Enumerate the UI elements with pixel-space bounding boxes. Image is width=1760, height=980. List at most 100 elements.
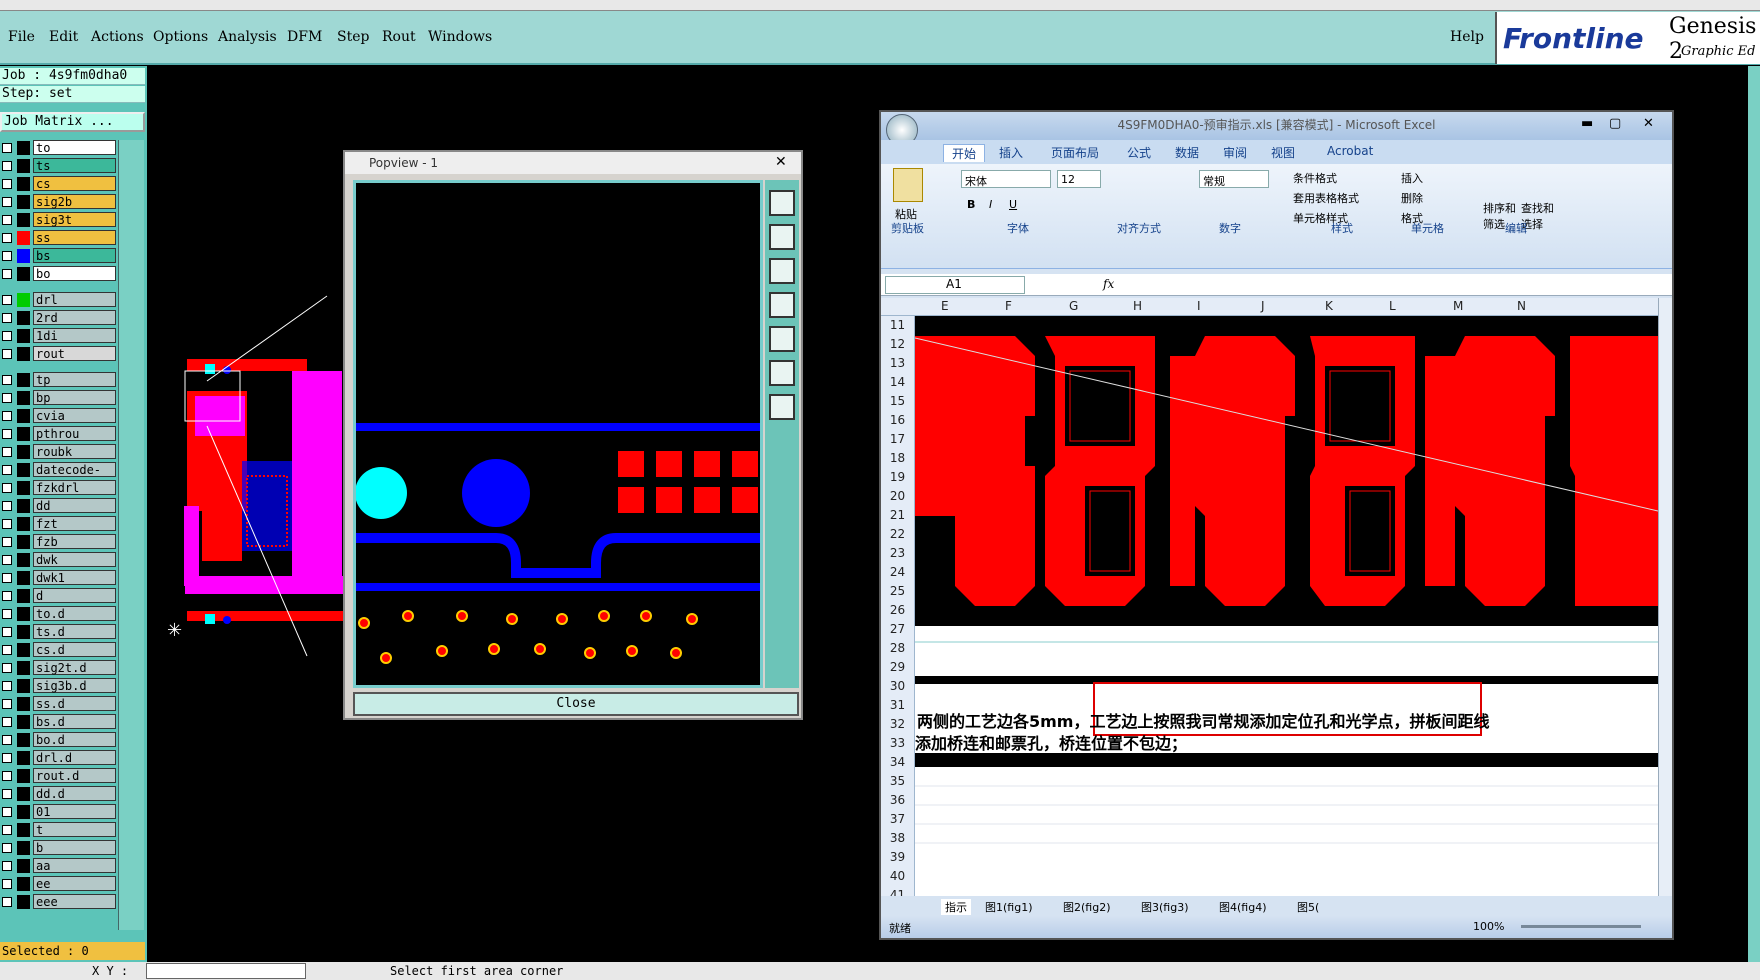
layer-name[interactable]: to.d xyxy=(33,606,116,621)
format-as-table[interactable]: 套用表格格式 xyxy=(1293,190,1359,206)
layer-row[interactable]: bo xyxy=(0,266,117,282)
tab-formulas[interactable]: 公式 xyxy=(1127,144,1151,161)
layer-color-swatch[interactable] xyxy=(17,769,30,783)
layer-row[interactable]: tp xyxy=(0,372,117,388)
number-format-select[interactable]: 常规 xyxy=(1199,170,1269,188)
vertical-scrollbar[interactable] xyxy=(1658,298,1672,896)
layer-checkbox[interactable] xyxy=(2,269,12,279)
sheet-tab[interactable]: 图2(fig2) xyxy=(1063,899,1111,915)
layer-checkbox[interactable] xyxy=(2,735,12,745)
layer-color-swatch[interactable] xyxy=(17,391,30,405)
italic-button[interactable]: I xyxy=(989,198,992,211)
layer-name[interactable]: drl.d xyxy=(33,750,116,765)
menu-options[interactable]: Options xyxy=(153,29,208,45)
layer-color-swatch[interactable] xyxy=(17,859,30,873)
layer-row[interactable]: pthrou xyxy=(0,426,117,442)
menu-dfm[interactable]: DFM xyxy=(287,29,322,45)
layer-color-swatch[interactable] xyxy=(17,661,30,675)
zoom-fit-icon[interactable] xyxy=(769,360,795,386)
close-icon[interactable]: ✕ xyxy=(1643,116,1654,131)
pan-icon[interactable] xyxy=(769,190,795,216)
layer-checkbox[interactable] xyxy=(2,609,12,619)
layer-checkbox[interactable] xyxy=(2,681,12,691)
minimize-icon[interactable]: ▬ xyxy=(1581,116,1593,131)
fx-icon[interactable]: fx xyxy=(1103,277,1114,291)
tab-insert[interactable]: 插入 xyxy=(999,144,1023,161)
zoom-slider[interactable] xyxy=(1521,925,1641,928)
layer-row[interactable]: dwk1 xyxy=(0,570,117,586)
layer-name[interactable]: dwk xyxy=(33,552,116,567)
layer-name[interactable]: b xyxy=(33,840,116,855)
layer-name[interactable]: cvia xyxy=(33,408,116,423)
layer-color-swatch[interactable] xyxy=(17,177,30,191)
layer-row[interactable]: sig3b.d xyxy=(0,678,117,694)
layer-name[interactable]: d xyxy=(33,588,116,603)
layer-name[interactable]: cs.d xyxy=(33,642,116,657)
layer-row[interactable]: drl.d xyxy=(0,750,117,766)
row-header[interactable]: 29 xyxy=(881,658,914,677)
right-icon[interactable] xyxy=(769,326,795,352)
layer-checkbox[interactable] xyxy=(2,483,12,493)
layer-name[interactable]: eee xyxy=(33,894,116,909)
layer-checkbox[interactable] xyxy=(2,429,12,439)
layer-row[interactable]: cvia xyxy=(0,408,117,424)
layer-checkbox[interactable] xyxy=(2,897,12,907)
up-icon[interactable] xyxy=(769,224,795,250)
layer-row[interactable]: ss xyxy=(0,230,117,246)
delete-cells[interactable]: 删除 xyxy=(1401,190,1423,206)
layer-checkbox[interactable] xyxy=(2,179,12,189)
zoom-in-icon[interactable] xyxy=(769,394,795,420)
layer-color-swatch[interactable] xyxy=(17,267,30,281)
layer-color-swatch[interactable] xyxy=(17,625,30,639)
layer-name[interactable]: 1di xyxy=(33,328,116,343)
layer-color-swatch[interactable] xyxy=(17,643,30,657)
layer-name[interactable]: 2rd xyxy=(33,310,116,325)
layer-row[interactable]: 1di xyxy=(0,328,117,344)
layer-row[interactable]: roubk xyxy=(0,444,117,460)
layer-row[interactable]: dwk xyxy=(0,552,117,568)
layer-row[interactable]: datecode-to xyxy=(0,462,117,492)
layer-checkbox[interactable] xyxy=(2,699,12,709)
layer-checkbox[interactable] xyxy=(2,771,12,781)
layer-name[interactable]: ss.d xyxy=(33,696,116,711)
layer-name[interactable]: bo.d xyxy=(33,732,116,747)
column-header[interactable]: F xyxy=(1005,299,1012,313)
popview-close-icon[interactable]: ✕ xyxy=(775,154,787,170)
layer-checkbox[interactable] xyxy=(2,519,12,529)
row-header[interactable]: 12 xyxy=(881,335,914,354)
layer-color-swatch[interactable] xyxy=(17,787,30,801)
layer-row[interactable]: fzb xyxy=(0,534,117,550)
row-header[interactable]: 13 xyxy=(881,354,914,373)
layer-row[interactable]: aa xyxy=(0,858,117,874)
layer-color-swatch[interactable] xyxy=(17,607,30,621)
layer-color-swatch[interactable] xyxy=(17,159,30,173)
layer-name[interactable]: 01 xyxy=(33,804,116,819)
layer-row[interactable]: ee xyxy=(0,876,117,892)
layer-name[interactable]: sig3t xyxy=(33,212,116,227)
layer-color-swatch[interactable] xyxy=(17,895,30,909)
layer-color-swatch[interactable] xyxy=(17,293,30,307)
layer-color-swatch[interactable] xyxy=(17,841,30,855)
layer-color-swatch[interactable] xyxy=(17,427,30,441)
row-header[interactable]: 37 xyxy=(881,810,914,829)
layer-checkbox[interactable] xyxy=(2,393,12,403)
font-name-select[interactable]: 宋体 xyxy=(961,170,1051,188)
layer-name[interactable]: dwk1 xyxy=(33,570,116,585)
layer-row[interactable]: fzt xyxy=(0,516,117,532)
layer-name[interactable]: fzkdrl xyxy=(33,480,116,495)
layer-color-swatch[interactable] xyxy=(17,195,30,209)
column-header[interactable]: K xyxy=(1325,299,1333,313)
layer-checkbox[interactable] xyxy=(2,861,12,871)
layer-checkbox[interactable] xyxy=(2,879,12,889)
row-header[interactable]: 28 xyxy=(881,639,914,658)
layer-checkbox[interactable] xyxy=(2,807,12,817)
layer-row[interactable]: bp xyxy=(0,390,117,406)
row-header[interactable]: 24 xyxy=(881,563,914,582)
layer-checkbox[interactable] xyxy=(2,663,12,673)
row-header[interactable]: 17 xyxy=(881,430,914,449)
row-header[interactable]: 31 xyxy=(881,696,914,715)
row-header[interactable]: 32 xyxy=(881,715,914,734)
layer-name[interactable]: t xyxy=(33,822,116,837)
layer-checkbox[interactable] xyxy=(2,627,12,637)
layer-row[interactable]: sig2t.d xyxy=(0,660,117,676)
